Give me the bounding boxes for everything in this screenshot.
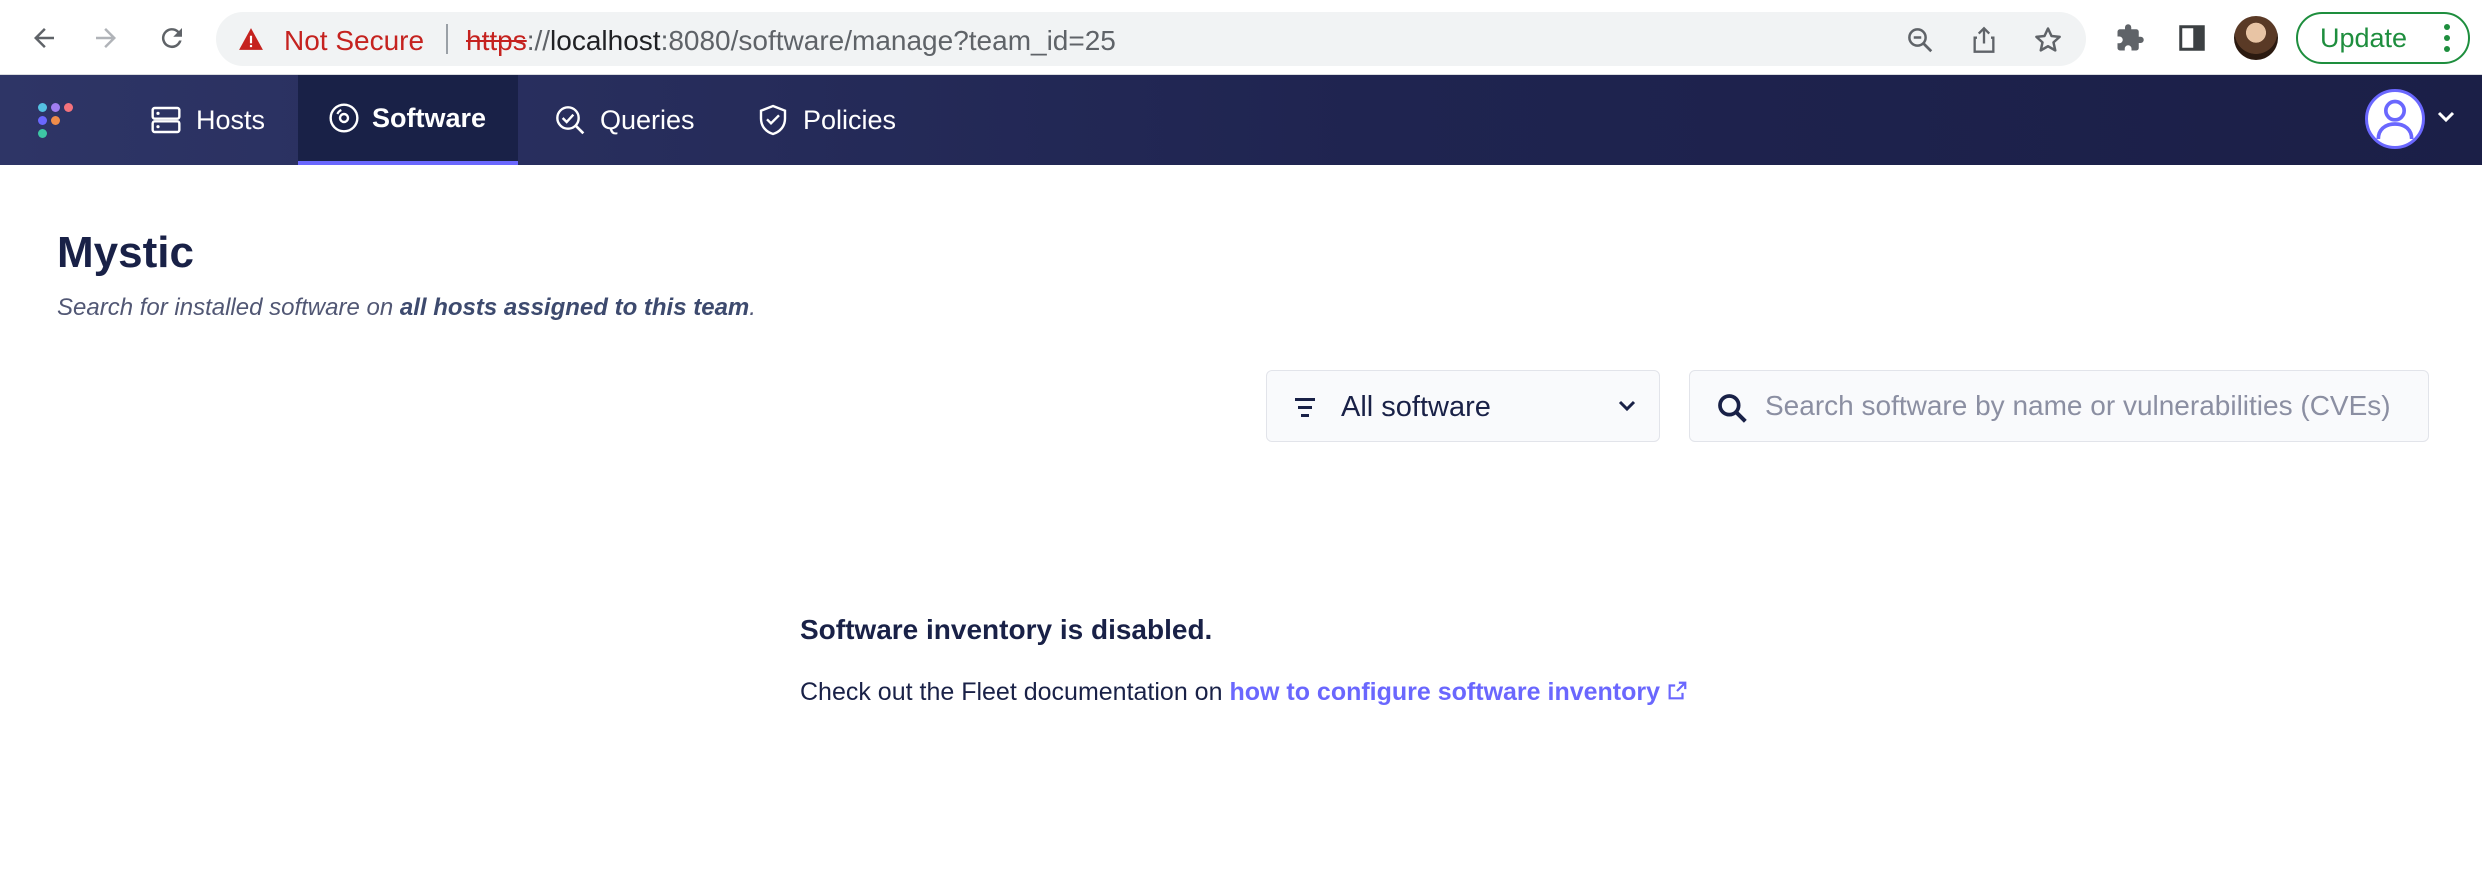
filter-selected-value: All software	[1341, 391, 1491, 423]
puzzle-icon	[2117, 24, 2144, 51]
page-description: Search for installed software on all hos…	[57, 294, 756, 322]
external-link-icon	[1668, 681, 1687, 700]
address-bar[interactable]: Not Secure https://localhost:8080/softwa…	[216, 12, 2086, 66]
hosts-icon	[148, 102, 184, 138]
nav-label-hosts: Hosts	[196, 104, 266, 135]
kebab-menu-icon	[2444, 24, 2450, 52]
queries-icon	[552, 102, 588, 138]
zoom-out-icon	[1908, 28, 1933, 53]
nav-label-policies: Policies	[803, 104, 897, 135]
side-panel-icon	[2179, 25, 2205, 51]
empty-state-message: Check out the Fleet documentation on how…	[800, 678, 1688, 707]
software-search-field[interactable]	[1689, 370, 2429, 442]
nav-item-policies[interactable]: Policies	[755, 75, 930, 165]
browser-profile-avatar[interactable]	[2234, 16, 2278, 60]
description-prefix: Search for installed software on	[57, 294, 400, 321]
reload-icon	[161, 28, 182, 49]
user-icon	[2376, 99, 2414, 140]
url-scheme: https	[466, 25, 527, 56]
chevron-down-icon	[1618, 400, 1636, 412]
url-path: :8080/software/manage?team_id=25	[660, 25, 1116, 56]
description-emphasis: all hosts assigned to this team	[399, 294, 750, 321]
user-avatar[interactable]	[2365, 89, 2425, 149]
software-inventory-docs-link[interactable]: how to configure software inventory	[1229, 678, 1688, 706]
app-navigation-bar: Hosts Software Queries Policies	[0, 75, 2482, 165]
fleet-logo[interactable]	[38, 103, 78, 143]
url-separator: ://	[526, 25, 551, 56]
zoom-button[interactable]	[1904, 24, 1936, 56]
chevron-down-icon[interactable]	[2436, 110, 2456, 124]
software-filter-dropdown[interactable]: All software	[1266, 370, 1660, 442]
policies-icon	[755, 102, 791, 138]
filter-icon	[1295, 398, 1315, 417]
browser-toolbar: Not Secure https://localhost:8080/softwa…	[0, 0, 2482, 75]
bookmark-button[interactable]	[2032, 24, 2064, 56]
url-host: localhost	[550, 25, 661, 56]
description-suffix: .	[749, 294, 756, 321]
share-icon	[1973, 26, 1995, 53]
nav-label-software: Software	[372, 102, 487, 133]
forward-button[interactable]	[84, 16, 128, 60]
back-arrow-icon	[34, 28, 54, 48]
empty-state-text: Check out the Fleet documentation on	[800, 678, 1230, 706]
docs-link-text: how to configure software inventory	[1229, 678, 1661, 706]
update-label: Update	[2320, 22, 2408, 53]
nav-item-queries[interactable]: Queries	[552, 75, 729, 165]
nav-item-software[interactable]: Software	[298, 75, 518, 165]
url-text[interactable]: https://localhost:8080/software/manage?t…	[466, 25, 1116, 57]
warning-icon	[239, 28, 263, 50]
update-button[interactable]: Update	[2296, 12, 2470, 64]
reload-button[interactable]	[150, 16, 194, 60]
empty-state-heading: Software inventory is disabled.	[800, 614, 1213, 645]
search-input[interactable]	[1765, 383, 2415, 429]
software-icon	[328, 100, 360, 136]
extensions-button[interactable]	[2112, 20, 2148, 56]
back-button[interactable]	[22, 16, 66, 60]
security-label[interactable]: Not Secure	[284, 25, 424, 57]
star-icon	[2035, 27, 2061, 52]
nav-label-queries: Queries	[600, 104, 695, 135]
nav-item-hosts[interactable]: Hosts	[148, 75, 299, 165]
page-title: Mystic	[57, 228, 194, 277]
search-icon	[1718, 394, 1747, 423]
side-panel-button[interactable]	[2174, 20, 2210, 56]
share-button[interactable]	[1968, 24, 2000, 56]
address-separator	[446, 24, 448, 54]
forward-arrow-icon	[96, 28, 116, 48]
